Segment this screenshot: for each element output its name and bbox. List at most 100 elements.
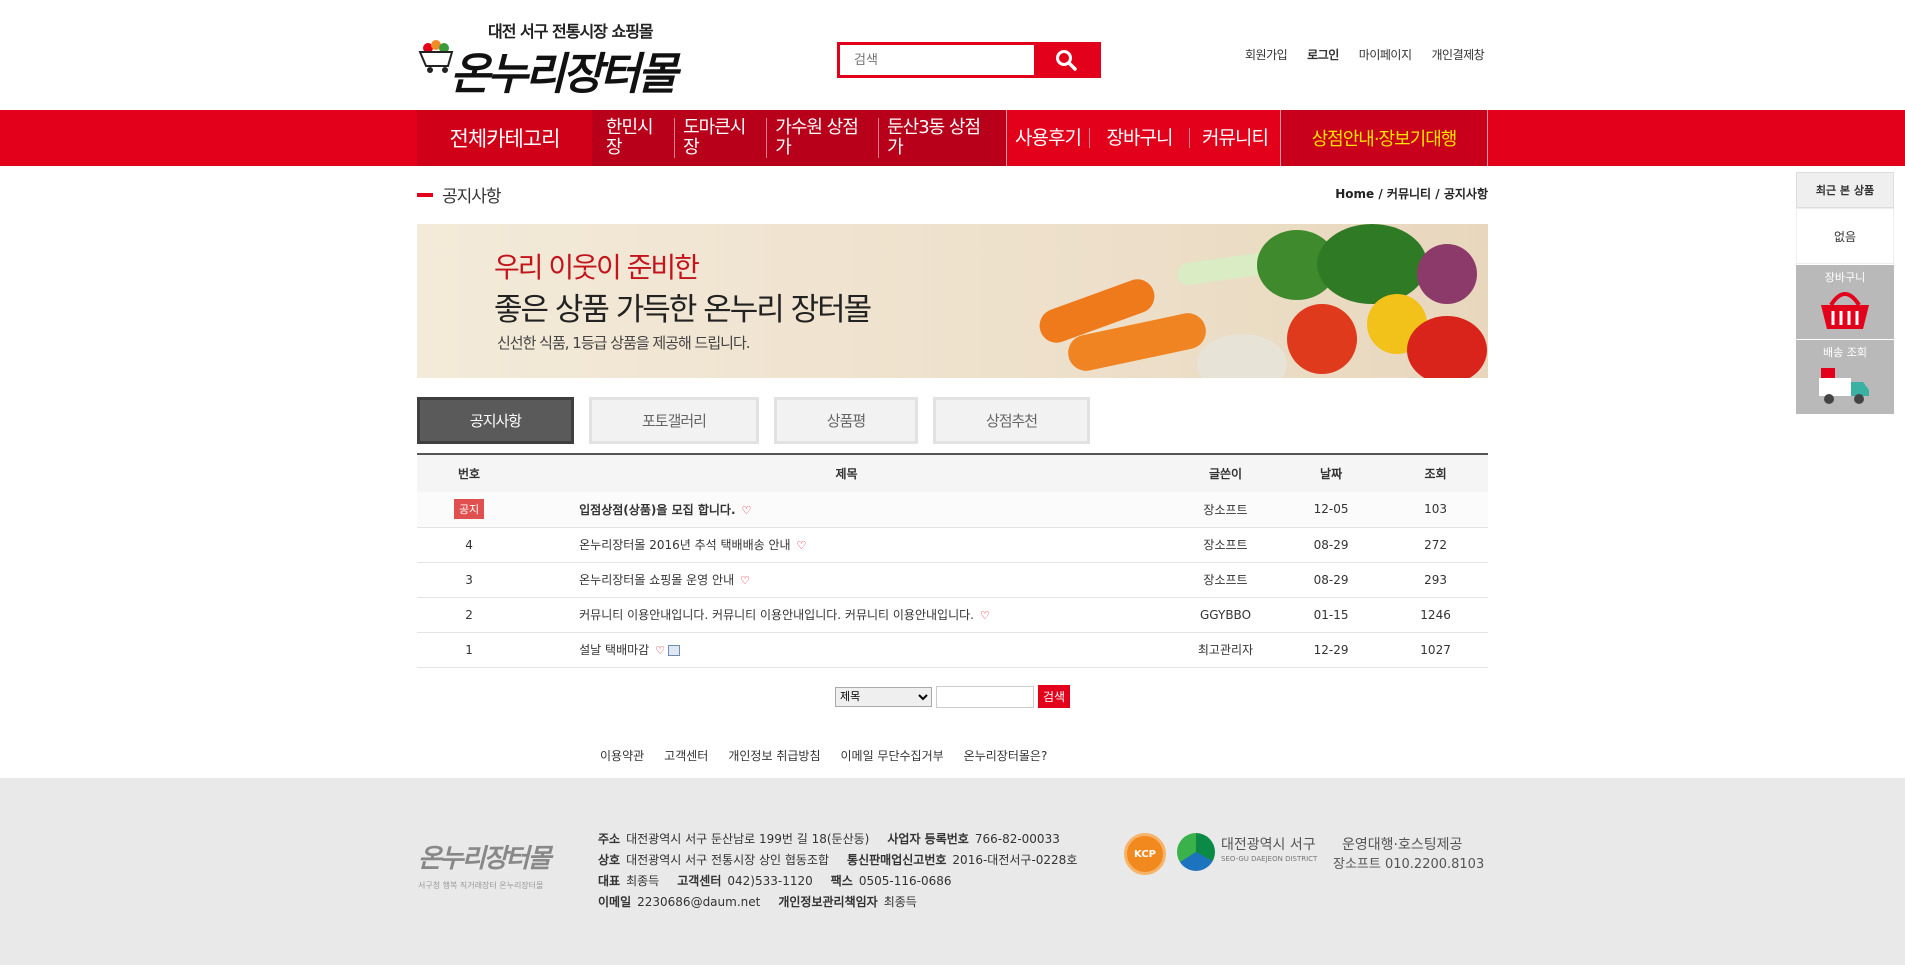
search-button[interactable] bbox=[1034, 45, 1098, 75]
subject-link[interactable]: 커뮤니티 이용안내입니다. 커뮤니티 이용안내입니다. 커뮤니티 이용안내입니다… bbox=[579, 608, 974, 622]
board-search: 제목 검색 bbox=[835, 685, 1071, 708]
banner-line-3: 신선한 식품, 1등급 상품을 제공해 드립니다. bbox=[497, 334, 751, 352]
table-row[interactable]: 1 설날 택배마감 ♡ 최고관리자 12-29 1027 bbox=[417, 632, 1488, 668]
row-writer: 장소프트 bbox=[1171, 492, 1280, 528]
subject-link[interactable]: 온누리장터몰 쇼핑몰 운영 안내 bbox=[579, 573, 734, 587]
row-subject[interactable]: 온누리장터몰 쇼핑몰 운영 안내 ♡ bbox=[521, 562, 1172, 598]
tab-store-recommend[interactable]: 상점추천 bbox=[933, 397, 1090, 444]
heart-icon: ♡ bbox=[979, 609, 990, 622]
promo-banner: 우리 이웃이 준비한 좋은 상품 가득한 온누리 장터몰 신선한 식품, 1등급… bbox=[417, 224, 1488, 378]
nav-item-store[interactable]: 상점안내·장보기대행 bbox=[1279, 110, 1488, 166]
quick-cart-label: 장바구니 bbox=[1824, 271, 1866, 284]
heart-icon: ♡ bbox=[655, 644, 666, 657]
row-writer: GGYBBO bbox=[1171, 597, 1280, 633]
about-link[interactable]: 온누리장터몰은? bbox=[964, 747, 1048, 764]
nav-item-community[interactable]: 커뮤니티 bbox=[1190, 128, 1280, 148]
nav-item-reviews[interactable]: 사용후기 bbox=[1007, 128, 1090, 148]
terms-link[interactable]: 이용약관 bbox=[600, 747, 644, 764]
row-views: 1246 bbox=[1383, 597, 1488, 633]
col-views: 조회 bbox=[1424, 467, 1447, 481]
main-nav: 전체카테고리 한민시장 도마큰시장 가수원 상점가 둔산3동 상점가 사용후기 … bbox=[0, 110, 1905, 166]
footer-links: 이용약관 고객센터 개인정보 취급방침 이메일 무단수집거부 온누리장터몰은? bbox=[600, 747, 1067, 764]
nav-markets: 한민시장 도마큰시장 가수원 상점가 둔산3동 상점가 bbox=[591, 110, 1006, 166]
row-date: 12-05 bbox=[1279, 492, 1384, 528]
row-writer: 장소프트 bbox=[1171, 562, 1280, 598]
nav-item-gasuwon[interactable]: 가수원 상점가 bbox=[767, 118, 880, 158]
heart-icon: ♡ bbox=[740, 574, 750, 587]
ops-label: 운영대행·호스팅제공 bbox=[1342, 837, 1463, 853]
search-icon bbox=[1056, 50, 1077, 71]
nav-item-cart[interactable]: 장바구니 bbox=[1090, 128, 1190, 148]
quick-panel: 최근 본 상품 없음 장바구니 배송 조회 bbox=[1796, 172, 1894, 414]
table-row[interactable]: 공지 입점상점(상품)을 모집 합니다. ♡ 장소프트 12-05 103 bbox=[417, 492, 1488, 528]
notice-badge: 공지 bbox=[453, 499, 485, 520]
heart-icon: ♡ bbox=[741, 503, 752, 517]
row-writer: 최고관리자 bbox=[1171, 632, 1280, 668]
seogu-name-en: SEO-GU DAEJEON DISTRICT bbox=[1221, 855, 1318, 863]
subject-link[interactable]: 입점상점(상품)을 모집 합니다. bbox=[579, 503, 735, 517]
search-input[interactable] bbox=[840, 45, 1034, 75]
customer-center-link[interactable]: 고객센터 bbox=[664, 747, 708, 764]
personal-payment-link[interactable]: 개인결제창 bbox=[1432, 46, 1485, 63]
row-date: 12-29 bbox=[1279, 632, 1384, 668]
signup-link[interactable]: 회원가입 bbox=[1245, 46, 1288, 63]
row-subject[interactable]: 커뮤니티 이용안내입니다. 커뮤니티 이용안내입니다. 커뮤니티 이용안내입니다… bbox=[521, 597, 1172, 633]
no-email-collect-link[interactable]: 이메일 무단수집거부 bbox=[840, 747, 943, 764]
table-row[interactable]: 3 온누리장터몰 쇼핑몰 운영 안내 ♡ 장소프트 08-29 293 bbox=[417, 562, 1488, 598]
breadcrumb: Home / 커뮤니티 / 공지사항 bbox=[1335, 187, 1488, 201]
page-title: 공지사항 bbox=[417, 182, 502, 207]
row-subject[interactable]: 입점상점(상품)을 모집 합니다. ♡ bbox=[521, 492, 1172, 528]
row-views: 1027 bbox=[1383, 632, 1488, 668]
recent-products-empty: 없음 bbox=[1796, 208, 1894, 264]
row-subject[interactable]: 설날 택배마감 ♡ bbox=[521, 632, 1172, 668]
banner-line-1: 우리 이웃이 준비한 bbox=[494, 251, 700, 284]
ops-contact: 장소프트 010.2200.8103 bbox=[1333, 857, 1485, 872]
board-tabs: 공지사항 포토갤러리 상품평 상점추천 bbox=[417, 397, 1105, 444]
nav-menus: 사용후기 장바구니 커뮤니티 bbox=[1005, 110, 1280, 166]
row-date: 08-29 bbox=[1279, 527, 1384, 563]
row-views: 103 bbox=[1383, 492, 1488, 528]
row-number: 공지 bbox=[417, 492, 522, 528]
notice-board: 번호 제목 글쓴이 날짜 조회 공지 입점상점(상품)을 모집 합니다. ♡ 장소… bbox=[417, 453, 1488, 668]
row-date: 01-15 bbox=[1279, 597, 1384, 633]
top-links: 회원가입 로그인 마이페이지 개인결제창 bbox=[1245, 46, 1504, 63]
subject-link[interactable]: 설날 택배마감 bbox=[579, 643, 649, 657]
table-row[interactable]: 4 온누리장터몰 2016년 추석 택배배송 안내 ♡ 장소프트 08-29 27… bbox=[417, 527, 1488, 563]
delivery-truck-icon bbox=[1819, 368, 1869, 404]
tab-product-reviews[interactable]: 상품평 bbox=[774, 397, 918, 444]
tab-photo-gallery[interactable]: 포토갤러리 bbox=[589, 397, 759, 444]
nav-all-category[interactable]: 전체카테고리 bbox=[417, 110, 592, 166]
col-date: 날짜 bbox=[1320, 467, 1343, 481]
kcp-logo: KCP bbox=[1124, 833, 1166, 875]
nav-item-domakeun[interactable]: 도마큰시장 bbox=[675, 118, 768, 158]
board-search-input[interactable] bbox=[936, 685, 1034, 708]
quick-delivery-button[interactable]: 배송 조회 bbox=[1796, 339, 1894, 414]
title-marker bbox=[417, 192, 433, 197]
col-number: 번호 bbox=[458, 467, 481, 481]
tab-notice[interactable]: 공지사항 bbox=[417, 397, 574, 444]
banner-line-2: 좋은 상품 가득한 온누리 장터몰 bbox=[494, 292, 872, 328]
row-views: 293 bbox=[1383, 562, 1488, 598]
row-number: 1 bbox=[417, 632, 522, 668]
nav-item-dunsan3[interactable]: 둔산3동 상점가 bbox=[879, 118, 1000, 158]
subject-link[interactable]: 온누리장터몰 2016년 추석 택배배송 안내 bbox=[579, 538, 790, 552]
privacy-link[interactable]: 개인정보 취급방침 bbox=[728, 747, 820, 764]
mypage-link[interactable]: 마이페이지 bbox=[1359, 46, 1412, 63]
row-date: 08-29 bbox=[1279, 562, 1384, 598]
search-field-select[interactable]: 제목 bbox=[835, 686, 932, 707]
quick-cart-button[interactable]: 장바구니 bbox=[1796, 264, 1894, 339]
row-subject[interactable]: 온누리장터몰 2016년 추석 택배배송 안내 ♡ bbox=[521, 527, 1172, 563]
nav-item-hanmin[interactable]: 한민시장 bbox=[598, 118, 676, 158]
board-search-button[interactable]: 검색 bbox=[1038, 685, 1071, 708]
footer-info: 주소 대전광역시 서구 둔산남로 199번 길 18(둔산동) 사업자 등록번호 76… bbox=[598, 832, 1078, 909]
seogu-name: 대전광역시 서구 bbox=[1221, 837, 1316, 853]
page-title-text: 공지사항 bbox=[442, 187, 502, 207]
board-table: 번호 제목 글쓴이 날짜 조회 공지 입점상점(상품)을 모집 합니다. ♡ 장소… bbox=[417, 453, 1488, 668]
site-logo[interactable]: 온누리장터몰 bbox=[450, 38, 678, 102]
table-row[interactable]: 2 커뮤니티 이용안내입니다. 커뮤니티 이용안내입니다. 커뮤니티 이용안내입… bbox=[417, 597, 1488, 633]
row-writer: 장소프트 bbox=[1171, 527, 1280, 563]
row-number: 3 bbox=[417, 562, 522, 598]
basket-icon bbox=[1821, 292, 1869, 329]
login-link[interactable]: 로그인 bbox=[1307, 46, 1339, 63]
col-writer: 글쓴이 bbox=[1208, 467, 1243, 481]
